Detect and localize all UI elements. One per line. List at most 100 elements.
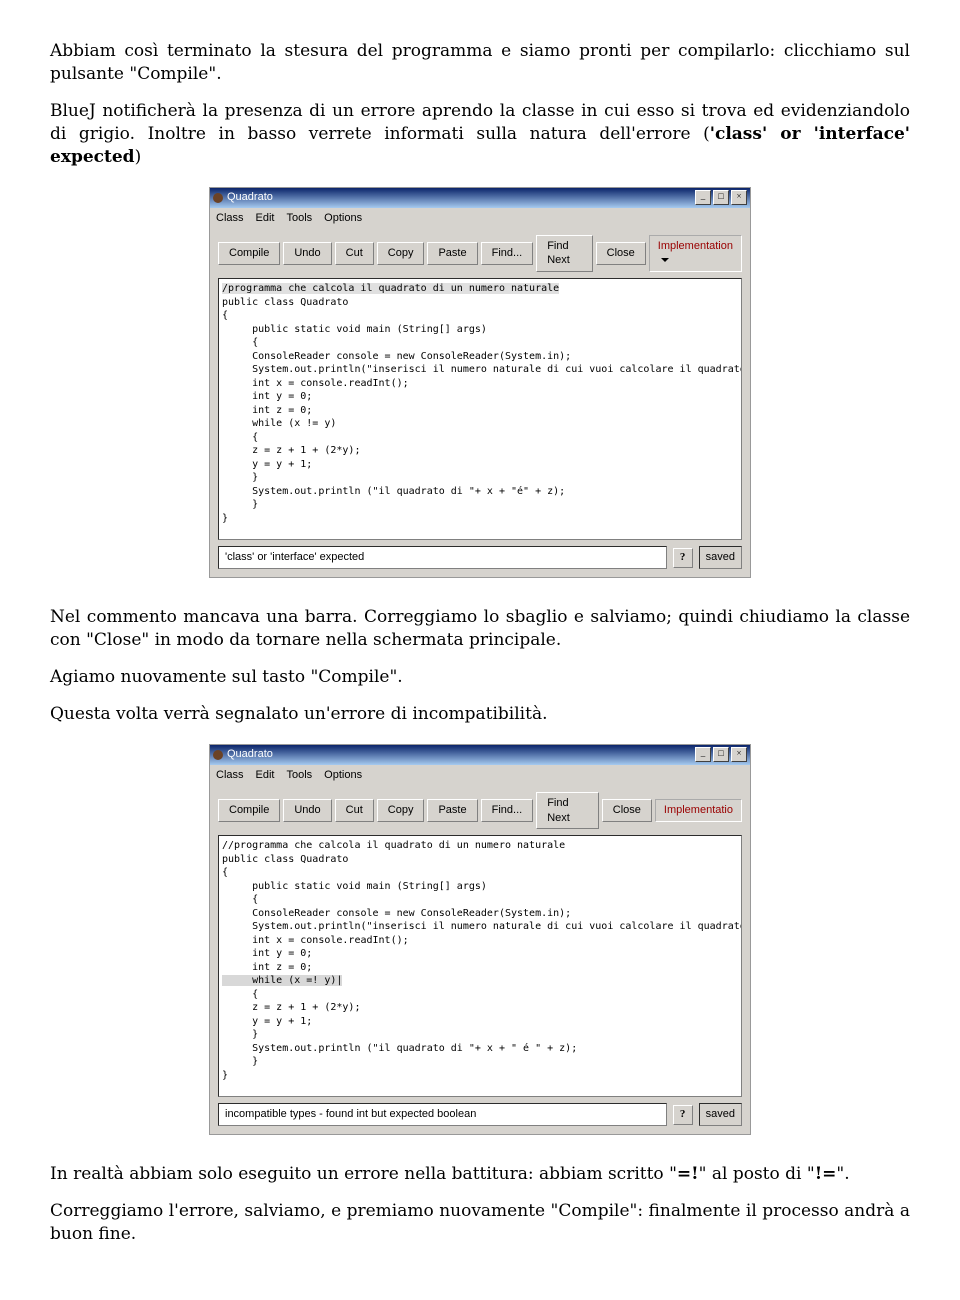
minimize-button[interactable]: _ bbox=[695, 747, 711, 762]
menu-options[interactable]: Options bbox=[324, 211, 362, 226]
code-line: System.out.println ("il quadrato di "+ x… bbox=[222, 1043, 577, 1054]
menu-class[interactable]: Class bbox=[216, 211, 244, 226]
code-line: { bbox=[222, 867, 228, 878]
code-line: } bbox=[222, 513, 228, 524]
paragraph: Abbiam così terminato la stesura del pro… bbox=[50, 40, 910, 86]
code-line: public class Quadrato bbox=[222, 854, 348, 865]
statusbar: incompatible types - found int but expec… bbox=[218, 1103, 742, 1126]
error-message: incompatible types - found int but expec… bbox=[218, 1103, 667, 1126]
code-line: int z = 0; bbox=[222, 405, 312, 416]
window-controls: _ □ × bbox=[695, 747, 747, 762]
code-line: System.out.println("inserisci il numero … bbox=[222, 921, 742, 932]
findnext-button[interactable]: Find Next bbox=[536, 792, 599, 830]
code-area[interactable]: /programma che calcola il quadrato di un… bbox=[218, 278, 742, 540]
maximize-button[interactable]: □ bbox=[713, 190, 729, 205]
cut-button[interactable]: Cut bbox=[335, 242, 374, 265]
code-line: } bbox=[222, 1056, 258, 1067]
close-button[interactable]: Close bbox=[596, 242, 646, 265]
bluej-icon bbox=[213, 193, 223, 203]
cut-button[interactable]: Cut bbox=[335, 799, 374, 822]
toolbar: Compile Undo Cut Copy Paste Find... Find… bbox=[210, 229, 750, 279]
chevron-down-icon bbox=[661, 258, 669, 262]
compile-button[interactable]: Compile bbox=[218, 242, 280, 265]
view-selector[interactable]: Implementation bbox=[649, 235, 742, 273]
bold-run: =! bbox=[677, 1164, 699, 1184]
view-selector[interactable]: Implementatio bbox=[655, 799, 742, 822]
paste-button[interactable]: Paste bbox=[427, 242, 477, 265]
bluej-icon bbox=[213, 750, 223, 760]
code-line: int y = 0; bbox=[222, 948, 312, 959]
code-area[interactable]: //programma che calcola il quadrato di u… bbox=[218, 835, 742, 1097]
paragraph: Nel commento mancava una barra. Correggi… bbox=[50, 606, 910, 652]
titlebar: Quadrato _ □ × bbox=[210, 745, 750, 765]
paragraph: Correggiamo l'errore, salviamo, e premia… bbox=[50, 1200, 910, 1246]
copy-button[interactable]: Copy bbox=[377, 242, 425, 265]
code-line: y = y + 1; bbox=[222, 459, 312, 470]
code-line: } bbox=[222, 1029, 258, 1040]
paragraph: Questa volta verrà segnalato un'errore d… bbox=[50, 703, 910, 726]
copy-button[interactable]: Copy bbox=[377, 799, 425, 822]
code-line: { bbox=[222, 310, 228, 321]
source-code: //programma che calcola il quadrato di u… bbox=[219, 836, 741, 1085]
code-line: int x = console.readInt(); bbox=[222, 378, 409, 389]
menu-edit[interactable]: Edit bbox=[256, 211, 275, 226]
error-line: /programma che calcola il quadrato di un… bbox=[222, 283, 559, 294]
find-button[interactable]: Find... bbox=[481, 799, 534, 822]
code-line: z = z + 1 + (2*y); bbox=[222, 445, 360, 456]
text-run: ". bbox=[836, 1164, 849, 1184]
code-line: y = y + 1; bbox=[222, 1016, 312, 1027]
code-line: int x = console.readInt(); bbox=[222, 935, 409, 946]
window-controls: _ □ × bbox=[695, 190, 747, 205]
close-window-button[interactable]: × bbox=[731, 747, 747, 762]
code-line: { bbox=[222, 432, 258, 443]
help-button[interactable]: ? bbox=[673, 548, 693, 568]
bold-run: != bbox=[815, 1164, 837, 1184]
code-line: int z = 0; bbox=[222, 962, 312, 973]
save-state: saved bbox=[699, 1103, 742, 1126]
bluej-editor-screenshot-1: Quadrato _ □ × Class Edit Tools Options … bbox=[209, 187, 751, 578]
text-run: In realtà abbiam solo eseguito un errore… bbox=[50, 1164, 677, 1184]
statusbar: 'class' or 'interface' expected ? saved bbox=[218, 546, 742, 569]
view-label: Implementatio bbox=[664, 804, 733, 816]
error-message: 'class' or 'interface' expected bbox=[218, 546, 667, 569]
minimize-button[interactable]: _ bbox=[695, 190, 711, 205]
compile-button[interactable]: Compile bbox=[218, 799, 280, 822]
code-line: } bbox=[222, 472, 258, 483]
menu-class[interactable]: Class bbox=[216, 768, 244, 783]
find-button[interactable]: Find... bbox=[481, 242, 534, 265]
titlebar: Quadrato _ □ × bbox=[210, 188, 750, 208]
code-line: public static void main (String[] args) bbox=[222, 324, 487, 335]
undo-button[interactable]: Undo bbox=[283, 799, 331, 822]
menubar: Class Edit Tools Options bbox=[210, 765, 750, 786]
code-line: { bbox=[222, 989, 258, 1000]
code-line: ConsoleReader console = new ConsoleReade… bbox=[222, 351, 571, 362]
menu-tools[interactable]: Tools bbox=[286, 211, 312, 226]
code-line: ConsoleReader console = new ConsoleReade… bbox=[222, 908, 571, 919]
findnext-button[interactable]: Find Next bbox=[536, 235, 592, 273]
close-window-button[interactable]: × bbox=[731, 190, 747, 205]
text-run: ) bbox=[135, 147, 142, 167]
maximize-button[interactable]: □ bbox=[713, 747, 729, 762]
paragraph: Agiamo nuovamente sul tasto "Compile". bbox=[50, 666, 910, 689]
paragraph: BlueJ notificherà la presenza di un erro… bbox=[50, 100, 910, 169]
bluej-editor-screenshot-2: Quadrato _ □ × Class Edit Tools Options … bbox=[209, 744, 751, 1135]
code-line: System.out.println("inserisci il numero … bbox=[222, 364, 742, 375]
menu-edit[interactable]: Edit bbox=[256, 768, 275, 783]
close-button[interactable]: Close bbox=[602, 799, 652, 822]
paste-button[interactable]: Paste bbox=[427, 799, 477, 822]
source-code: /programma che calcola il quadrato di un… bbox=[219, 279, 741, 528]
code-line: { bbox=[222, 894, 258, 905]
undo-button[interactable]: Undo bbox=[283, 242, 331, 265]
help-button[interactable]: ? bbox=[673, 1105, 693, 1125]
code-line: System.out.println ("il quadrato di "+ x… bbox=[222, 486, 565, 497]
view-label: Implementation bbox=[658, 240, 733, 252]
code-line: { bbox=[222, 337, 258, 348]
menu-tools[interactable]: Tools bbox=[286, 768, 312, 783]
menu-options[interactable]: Options bbox=[324, 768, 362, 783]
code-line: public static void main (String[] args) bbox=[222, 881, 487, 892]
window-title: Quadrato bbox=[213, 747, 273, 762]
code-line: } bbox=[222, 499, 258, 510]
code-line: while (x != y) bbox=[222, 418, 336, 429]
code-line: //programma che calcola il quadrato di u… bbox=[222, 840, 565, 851]
paragraph: In realtà abbiam solo eseguito un errore… bbox=[50, 1163, 910, 1186]
